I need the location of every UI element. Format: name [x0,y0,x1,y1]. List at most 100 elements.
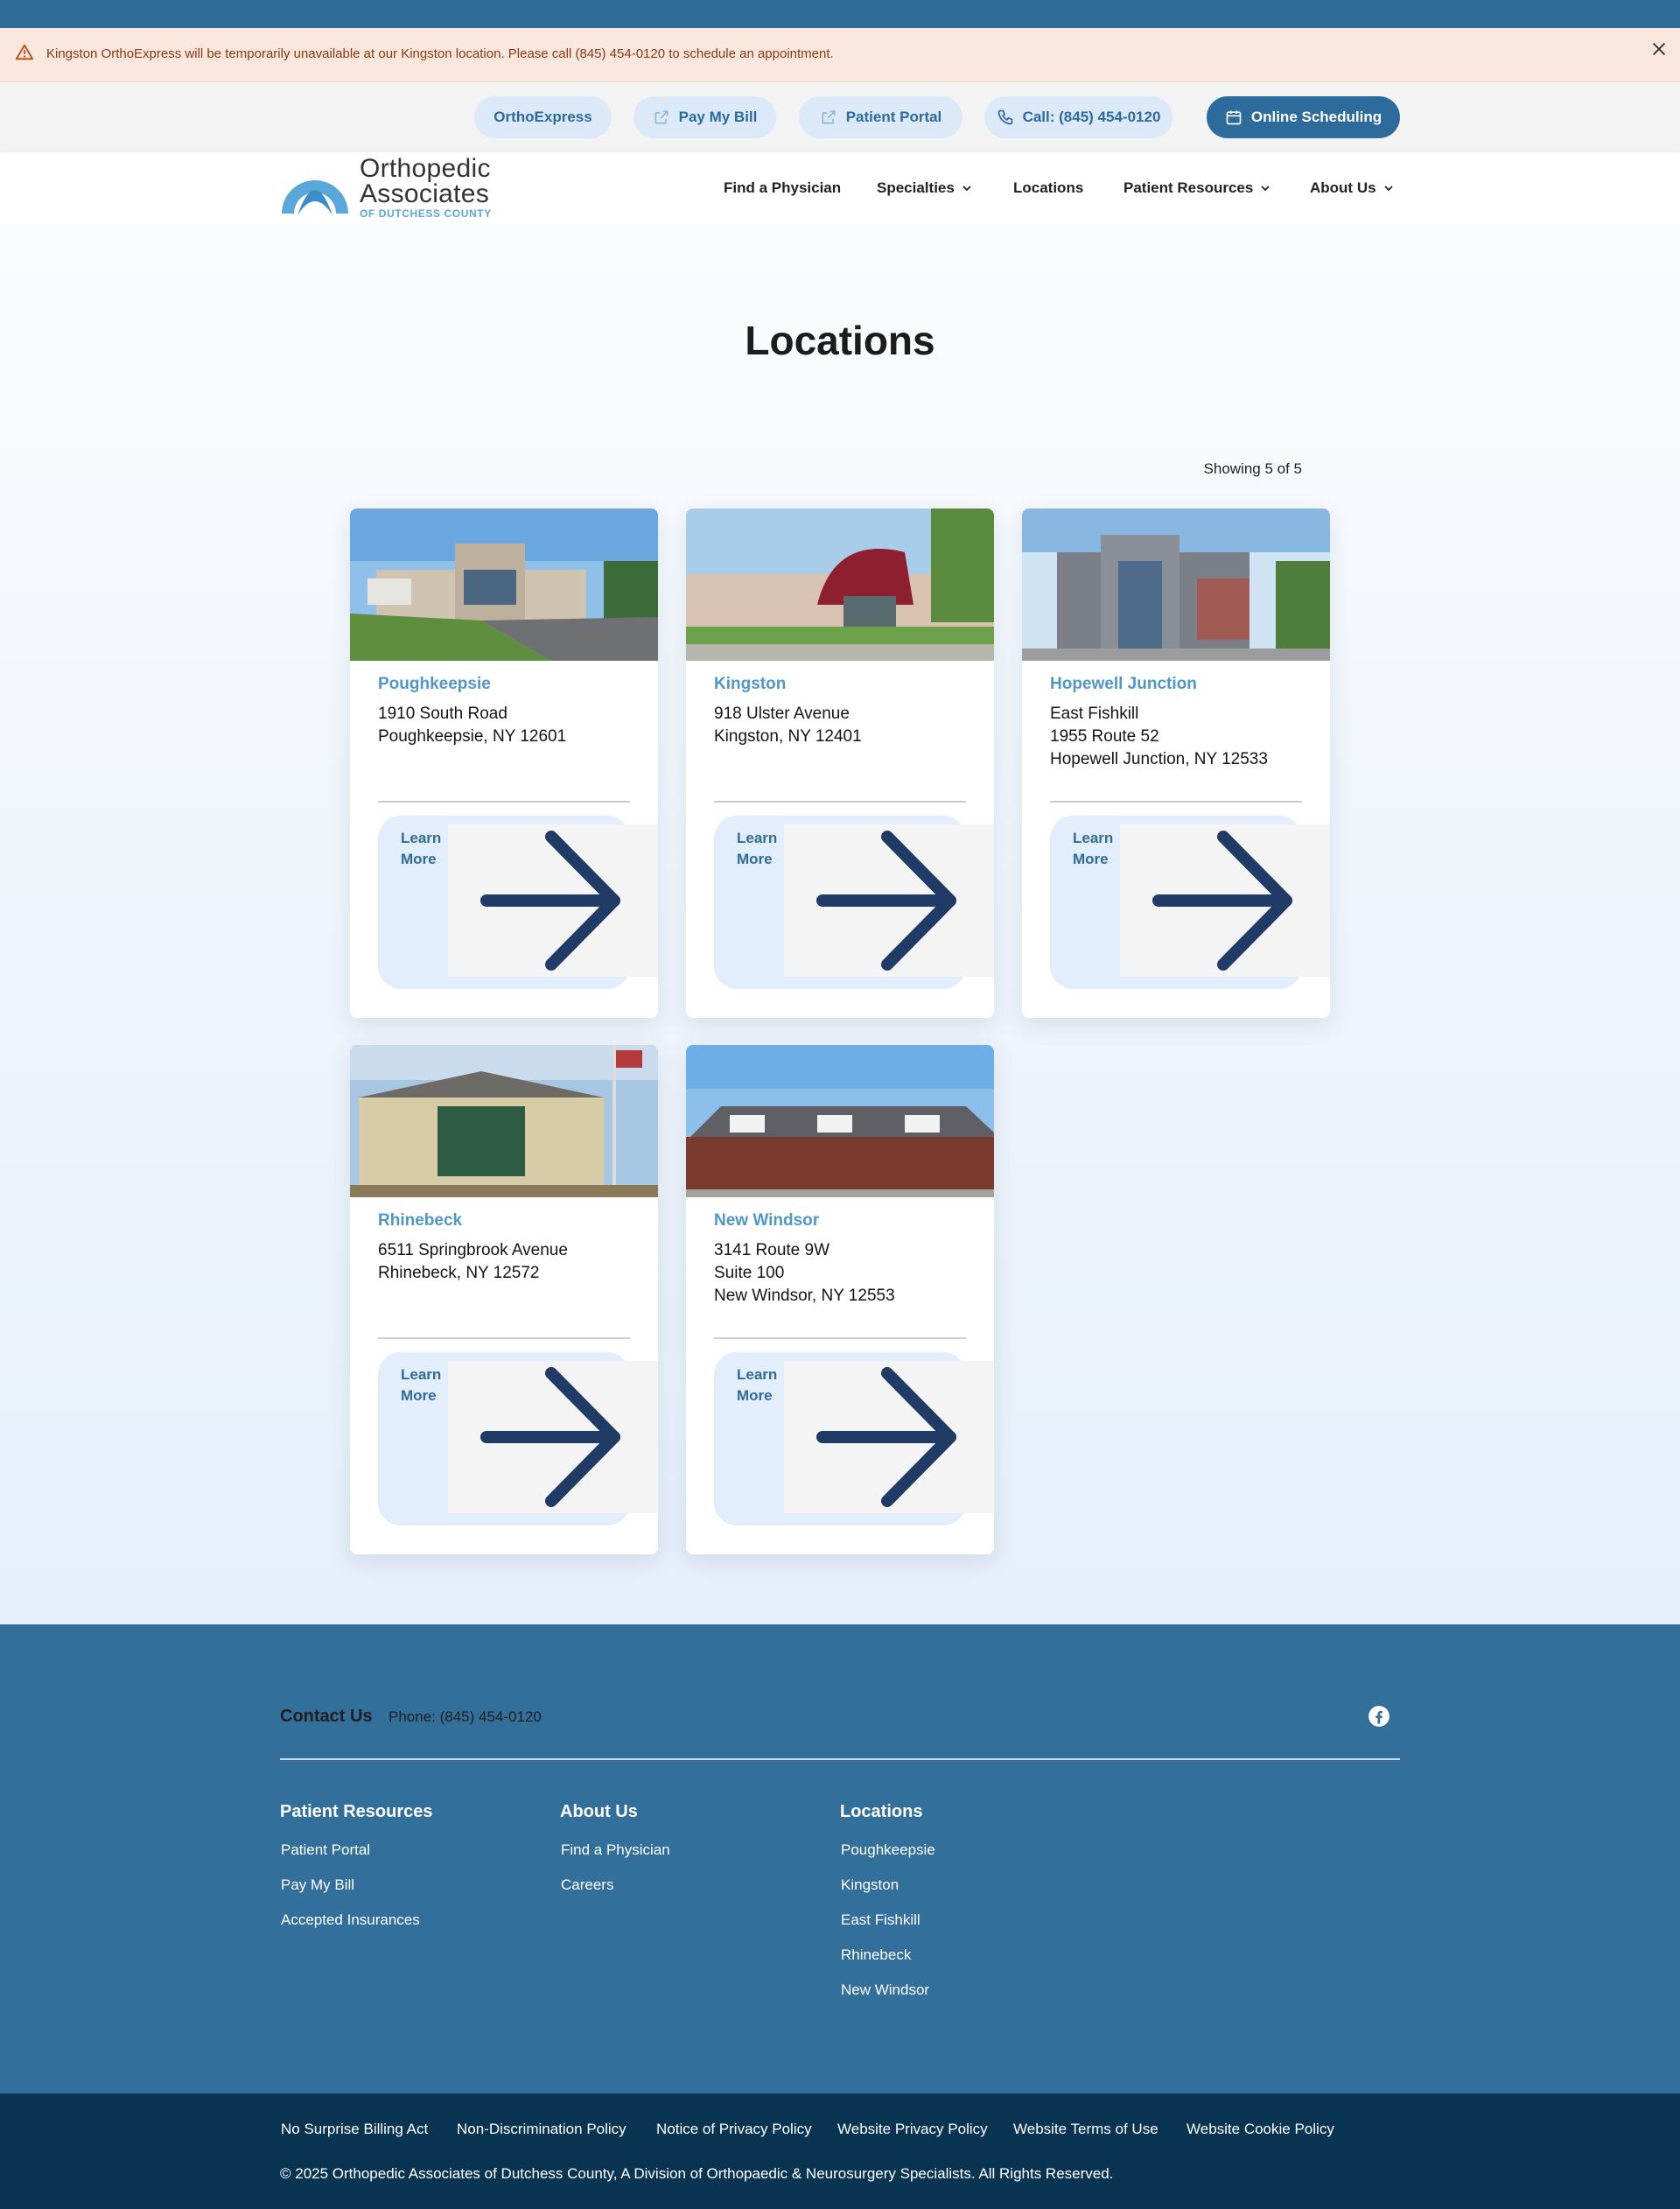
card-divider [714,801,966,803]
legal-bar [0,2093,1680,2209]
nav-find-physician[interactable]: Find a Physician [724,177,841,200]
nav-about-us[interactable]: About Us [1310,177,1394,200]
location-name[interactable]: New Windsor [714,1211,819,1231]
location-photo [686,508,994,661]
pay-bill-button[interactable]: Pay My Bill [634,96,776,138]
footer-link[interactable]: Accepted Insurances [281,1911,420,1929]
results-count: Showing 5 of 5 [1203,460,1302,477]
nav-about-us-label: About Us [1310,179,1376,196]
location-photo [350,1045,658,1197]
footer-link[interactable]: Poughkeepsie [841,1841,935,1859]
footer-phone[interactable]: Phone: (845) 454-0120 [388,1708,542,1726]
nav-specialties-label: Specialties [877,179,955,196]
footer-heading-locations: Locations [840,1802,923,1821]
external-link-icon [654,110,668,124]
legal-link[interactable]: No Surprise Billing Act [281,2121,428,2138]
footer-link[interactable]: Pay My Bill [281,1876,354,1894]
footer-link[interactable]: Find a Physician [561,1841,670,1859]
address-line: Rhinebeck, NY 12572 [378,1264,540,1282]
footer-divider [280,1758,1400,1760]
learn-more-button[interactable]: Learn More [1050,816,1330,989]
page-title: Locations [745,318,935,363]
legal-link[interactable]: Non-Discrimination Policy [457,2121,626,2138]
learn-more-button[interactable]: Learn More [714,816,994,989]
logo-line-2: Associates [360,179,490,208]
close-icon[interactable] [1649,39,1669,59]
orthoexpress-button[interactable]: OrthoExpress [474,96,612,138]
learn-more-label: Learn More [401,1366,442,1404]
footer-link[interactable]: Careers [561,1876,613,1894]
nav-specialties[interactable]: Specialties [877,177,972,200]
nav-locations[interactable]: Locations [1013,177,1083,200]
legal-link[interactable]: Notice of Privacy Policy [656,2121,812,2138]
nav-locations-label: Locations [1013,179,1084,196]
online-scheduling-button[interactable]: Online Scheduling [1207,96,1400,138]
address-line: Hopewell Junction, NY 12533 [1050,750,1268,768]
legal-link[interactable]: Website Terms of Use [1013,2121,1158,2138]
location-address: 6511 Springbrook Avenue Rhinebeck, NY 12… [378,1239,568,1285]
location-card: Poughkeepsie 1910 South Road Poughkeepsi… [350,508,658,1018]
location-photo [686,1045,994,1197]
address-line: 3141 Route 9W [714,1241,830,1259]
copyright: © 2025 Orthopedic Associates of Dutchess… [280,2165,1114,2182]
call-label: Call: (845) 454-0120 [1022,109,1161,125]
location-card: Hopewell Junction East Fishkill 1955 Rou… [1022,508,1330,1018]
nav-patient-resources[interactable]: Patient Resources [1124,177,1270,200]
arrow-right-icon [448,824,658,977]
logo-line-1: Orthopedic [360,154,491,183]
address-line: Suite 100 [714,1264,785,1282]
learn-more-button[interactable]: Learn More [378,1352,658,1525]
alert-banner: Kingston OrthoExpress will be temporaril… [0,28,1680,82]
footer-link[interactable]: Rhinebeck [841,1946,911,1964]
facebook-icon[interactable] [1368,1705,1390,1728]
top-strip [0,0,1680,28]
address-line: Kingston, NY 12401 [714,727,862,746]
location-name[interactable]: Hopewell Junction [1050,675,1197,694]
card-divider [714,1337,966,1339]
footer-link[interactable]: New Windsor [841,1981,929,1999]
learn-more-button[interactable]: Learn More [378,816,658,989]
location-photo [350,508,658,661]
location-address: 918 Ulster Avenue Kingston, NY 12401 [714,703,862,748]
legal-link[interactable]: Website Privacy Policy [837,2121,988,2138]
learn-more-label: Learn More [737,830,778,867]
call-button[interactable]: Call: (845) 454-0120 [984,96,1172,138]
location-photo [1022,508,1330,661]
footer-link[interactable]: Kingston [841,1876,899,1894]
chevron-down-icon [962,186,971,192]
logo-mark[interactable] [278,159,352,217]
address-line: 6511 Springbrook Avenue [378,1241,568,1259]
online-scheduling-label: Online Scheduling [1250,109,1382,125]
card-divider [378,801,630,803]
nav-find-physician-label: Find a Physician [724,179,842,196]
location-card: New Windsor 3141 Route 9W Suite 100 New … [686,1045,994,1554]
footer-heading-about-us: About Us [560,1802,638,1821]
patient-portal-button[interactable]: Patient Portal [799,96,962,138]
footer [0,1624,1680,2093]
learn-more-button[interactable]: Learn More [714,1352,994,1525]
card-divider [1050,801,1302,803]
legal-link[interactable]: Website Cookie Policy [1186,2121,1334,2138]
nav-patient-resources-label: Patient Resources [1124,179,1254,196]
arrow-right-icon [1120,824,1330,977]
location-name[interactable]: Kingston [714,675,786,694]
location-address: 1910 South Road Poughkeepsie, NY 12601 [378,703,566,748]
location-name[interactable]: Rhinebeck [378,1211,462,1231]
address-line: 1910 South Road [378,705,508,723]
pay-bill-label: Pay My Bill [678,109,758,125]
address-line: Poughkeepsie, NY 12601 [378,727,567,746]
footer-link[interactable]: Patient Portal [281,1841,370,1859]
logo[interactable]: Orthopedic Associates OF DUTCHESS COUNTY [360,154,492,221]
location-card: Kingston 918 Ulster Avenue Kingston, NY … [686,508,994,1018]
chevron-down-icon [1383,186,1393,192]
learn-more-label: Learn More [1073,830,1114,867]
arrow-right-icon [784,824,994,977]
footer-link[interactable]: East Fishkill [841,1911,920,1929]
location-name[interactable]: Poughkeepsie [378,675,491,694]
orthoexpress-label: OrthoExpress [494,109,592,125]
location-address: 3141 Route 9W Suite 100 New Windsor, NY … [714,1239,895,1308]
arrow-right-icon [448,1361,658,1513]
calendar-icon [1226,110,1242,125]
address-line: East Fishkill [1050,705,1139,723]
warning-triangle-icon [15,44,34,60]
